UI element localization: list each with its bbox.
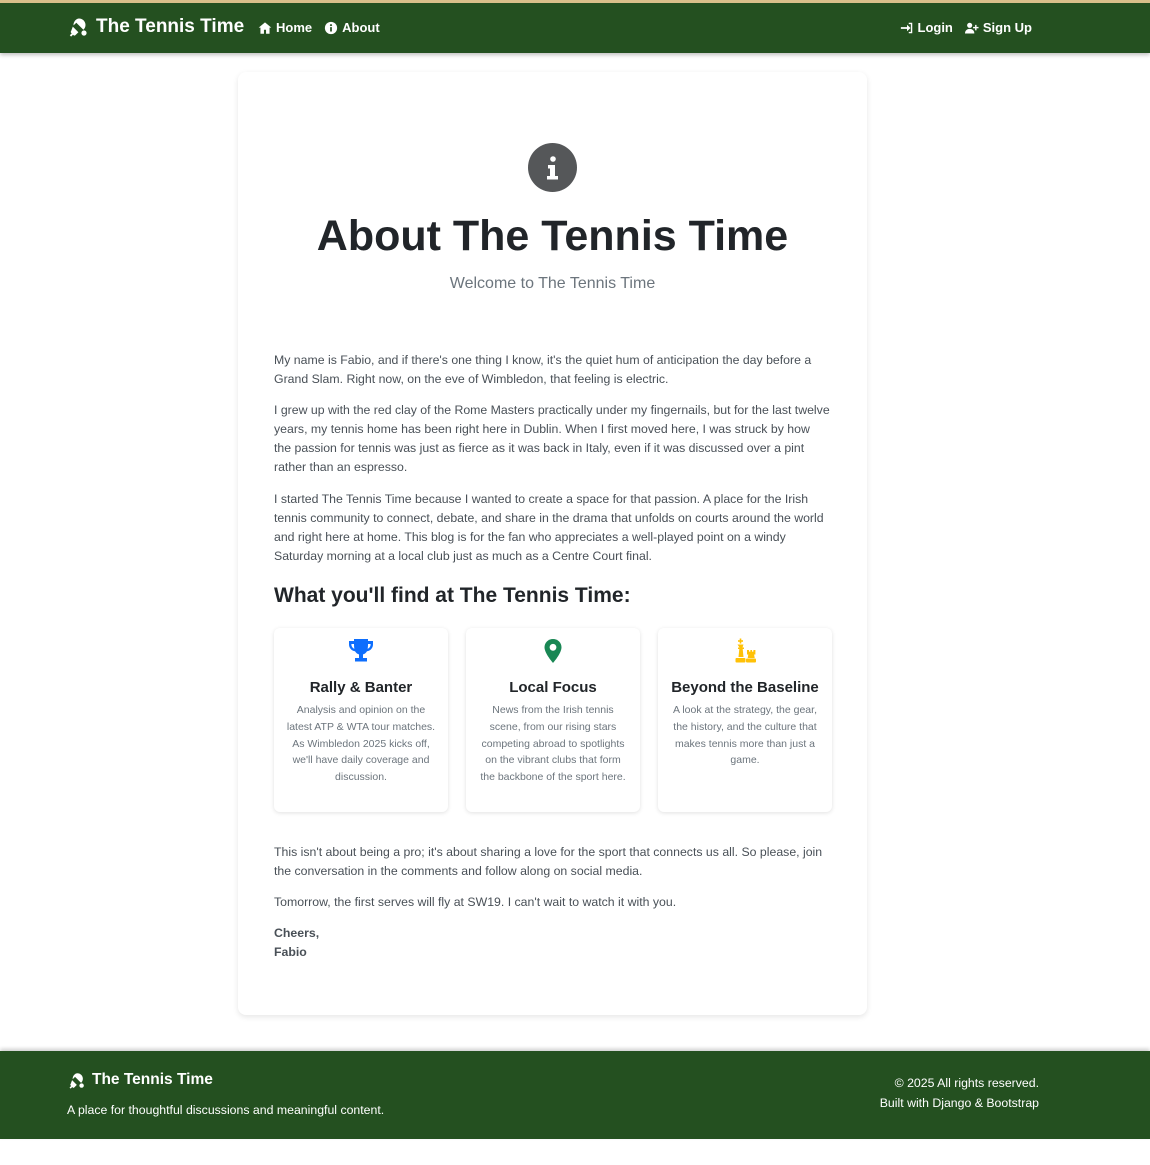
footer-brand-name: The Tennis Time	[92, 1071, 213, 1088]
nav-home[interactable]: Home	[258, 20, 312, 35]
user-plus-icon	[964, 22, 979, 33]
nav-auth: Login Sign Up	[900, 20, 1032, 35]
features-row: Rally & Banter Analysis and opinion on t…	[274, 628, 832, 812]
nav-login-label: Login	[917, 20, 953, 35]
nav-links: Home About	[258, 20, 380, 35]
footer-meta: © 2025 All rights reserved. Built with D…	[880, 1073, 1039, 1113]
signoff: Cheers, Fabio	[274, 924, 319, 962]
footer-tagline: A place for thoughtful discussions and m…	[67, 1103, 385, 1117]
sign-in-icon	[900, 22, 912, 33]
info-circle-icon	[325, 21, 338, 34]
section-title: What you'll find at The Tennis Time:	[274, 584, 631, 607]
nav-about-label: About	[342, 20, 380, 35]
signoff-greeting: Cheers,	[274, 926, 320, 940]
intro-paragraph-1: My name is Fabio, and if there's one thi…	[274, 353, 812, 386]
chess-icon	[735, 638, 756, 663]
nav-signup[interactable]: Sign Up	[964, 20, 1032, 35]
feature-title: Beyond the Baseline	[671, 679, 819, 696]
navbar: The Tennis Time Home About Login Sign Up	[0, 0, 1150, 53]
feature-description: A look at the strategy, the gear, the hi…	[673, 704, 817, 767]
info-icon	[528, 143, 577, 192]
feature-description: News from the Irish tennis scene, from o…	[480, 704, 626, 784]
nav-about[interactable]: About	[324, 20, 380, 35]
signoff-name: Fabio	[274, 945, 307, 959]
map-pin-icon	[544, 639, 562, 663]
footer-built-with: Built with Django & Bootstrap	[879, 1096, 1039, 1110]
about-card: About The Tennis Time Welcome to The Ten…	[238, 72, 867, 1015]
feature-card-rally: Rally & Banter Analysis and opinion on t…	[274, 628, 448, 812]
brand-link[interactable]: The Tennis Time	[68, 16, 244, 38]
footer-brand: The Tennis Time	[68, 1071, 213, 1089]
closing-paragraph-2: Tomorrow, the first serves will fly at S…	[274, 895, 677, 909]
feature-title: Rally & Banter	[309, 679, 413, 696]
page-title: About The Tennis Time	[316, 212, 789, 260]
closing-paragraph-1: This isn't about being a pro; it's about…	[274, 845, 823, 878]
home-icon	[258, 21, 272, 34]
table-tennis-icon	[69, 1072, 84, 1089]
footer: The Tennis Time A place for thoughtful d…	[0, 1051, 1150, 1139]
trophy-icon	[349, 639, 373, 662]
table-tennis-icon	[69, 18, 87, 37]
feature-title: Local Focus	[509, 679, 597, 696]
nav-signup-label: Sign Up	[982, 20, 1032, 35]
brand-name: The Tennis Time	[96, 16, 245, 37]
nav-home-label: Home	[276, 20, 313, 35]
page-subtitle: Welcome to The Tennis Time	[449, 275, 656, 292]
footer-copyright: © 2025 All rights reserved.	[894, 1076, 1039, 1090]
feature-card-local: Local Focus News from the Irish tennis s…	[466, 628, 640, 812]
intro-paragraph-3: I started The Tennis Time because I want…	[274, 492, 824, 563]
intro-paragraph-2: I grew up with the red clay of the Rome …	[274, 403, 830, 474]
nav-login[interactable]: Login	[900, 20, 953, 35]
feature-description: Analysis and opinion on the latest ATP &…	[286, 704, 436, 784]
feature-card-baseline: Beyond the Baseline A look at the strate…	[658, 628, 832, 812]
